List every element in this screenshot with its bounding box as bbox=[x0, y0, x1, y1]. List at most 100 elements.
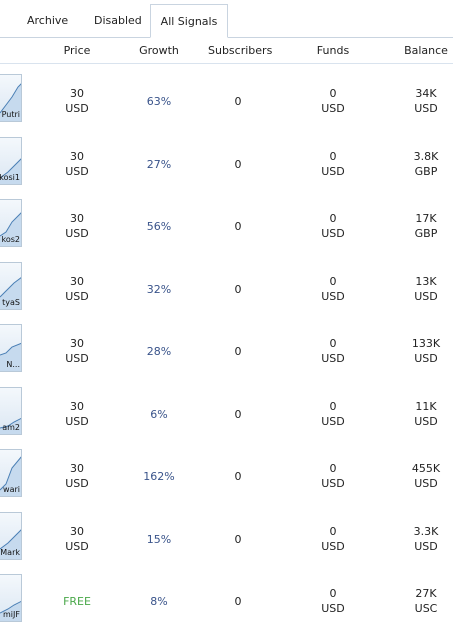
signal-name[interactable]: am2 bbox=[2, 423, 20, 432]
funds-value: 0 bbox=[329, 274, 337, 288]
funds-currency: USD bbox=[321, 289, 345, 303]
balance-cell: 27K USC bbox=[403, 586, 449, 616]
balance-value: 34K bbox=[415, 87, 437, 100]
balance-currency: USC bbox=[414, 602, 438, 615]
balance-cell: 3.3K USD bbox=[403, 524, 449, 554]
price-value: 30 bbox=[70, 337, 84, 350]
balance-currency: USD bbox=[414, 352, 438, 365]
table-row[interactable]: am2 30 USD 6% 0 0 USD 11K USD bbox=[0, 379, 453, 441]
funds-currency: USD bbox=[321, 227, 345, 240]
balance-currency: USD bbox=[414, 102, 438, 115]
signal-thumbnail[interactable]: am2 bbox=[0, 386, 22, 435]
signal-name[interactable]: tyaS bbox=[2, 298, 20, 307]
subscribers-value: 0 bbox=[234, 595, 242, 608]
funds-cell: 0 USD bbox=[320, 336, 346, 366]
table-row[interactable]: N... 30 USD 28% 0 0 USD 133K USD bbox=[0, 316, 453, 378]
growth-value: 27% bbox=[146, 157, 172, 171]
table-row[interactable]: Putri 30 USD 63% 0 0 USD 34K USD bbox=[0, 66, 453, 128]
funds-cell: 0 USD bbox=[320, 86, 346, 116]
signal-name[interactable]: miJF bbox=[3, 610, 20, 619]
table-row[interactable]: wari 30 USD 162% 0 0 USD 455K USD bbox=[0, 441, 453, 503]
price-cell: 30 USD bbox=[60, 461, 94, 491]
tab-bar: Archive Disabled All Signals bbox=[0, 0, 453, 38]
column-header-growth[interactable]: Growth bbox=[137, 44, 181, 57]
funds-cell: 0 USD bbox=[320, 274, 346, 304]
funds-value: 0 bbox=[329, 337, 337, 350]
subscribers-value: 0 bbox=[234, 345, 242, 358]
price-currency: USD bbox=[65, 102, 89, 115]
price-currency: USD bbox=[65, 477, 89, 490]
signal-thumbnail[interactable]: Mark bbox=[0, 511, 22, 560]
price-value: FREE bbox=[63, 595, 91, 608]
funds-cell: 0 USD bbox=[320, 461, 346, 491]
tab-all-signals[interactable]: All Signals bbox=[150, 4, 228, 38]
balance-cell: 17K GBP bbox=[403, 211, 449, 241]
column-header-price[interactable]: Price bbox=[63, 44, 91, 57]
balance-value: 455K bbox=[411, 462, 441, 475]
signal-thumbnail[interactable]: wari bbox=[0, 449, 22, 497]
signal-thumbnail[interactable]: N... bbox=[0, 324, 22, 372]
funds-currency: USD bbox=[321, 352, 345, 365]
balance-currency: GBP bbox=[414, 164, 438, 178]
funds-value: 0 bbox=[329, 399, 337, 413]
price-cell: 30 USD bbox=[60, 399, 94, 429]
price-currency: USD bbox=[65, 289, 89, 303]
price-currency: USD bbox=[65, 539, 89, 553]
balance-currency: USD bbox=[414, 289, 438, 303]
signal-name[interactable]: N... bbox=[6, 360, 20, 369]
growth-value: 63% bbox=[146, 95, 172, 108]
price-value: 30 bbox=[70, 524, 84, 538]
price-value: 30 bbox=[70, 274, 84, 288]
table-row[interactable]: tyaS 30 USD 32% 0 0 USD 13K USD bbox=[0, 254, 453, 316]
signal-name[interactable]: wari bbox=[3, 485, 20, 494]
balance-currency: USD bbox=[414, 539, 438, 553]
table-row[interactable]: kos2 30 USD 56% 0 0 USD 17K GBP bbox=[0, 191, 453, 253]
balance-value: 3.3K bbox=[413, 524, 439, 538]
funds-value: 0 bbox=[329, 212, 337, 225]
column-header-subscribers[interactable]: Subscribers bbox=[208, 44, 272, 57]
price-value: 30 bbox=[70, 462, 84, 475]
balance-value: 17K bbox=[415, 212, 437, 225]
table-row[interactable]: Mark 30 USD 15% 0 0 USD 3.3K USD bbox=[0, 504, 453, 566]
signal-name[interactable]: Putri bbox=[2, 110, 20, 119]
funds-value: 0 bbox=[329, 524, 337, 538]
growth-value: 28% bbox=[146, 345, 172, 358]
funds-currency: USD bbox=[321, 414, 345, 428]
price-currency: USD bbox=[65, 352, 89, 365]
subscribers-value: 0 bbox=[234, 220, 242, 233]
signal-thumbnail[interactable]: kos2 bbox=[0, 199, 22, 247]
funds-cell: 0 USD bbox=[320, 399, 346, 429]
price-cell: 30 USD bbox=[60, 336, 94, 366]
funds-value: 0 bbox=[329, 149, 337, 163]
growth-value: 15% bbox=[146, 532, 172, 546]
signal-thumbnail[interactable]: tyaS bbox=[0, 261, 22, 310]
balance-currency: USD bbox=[414, 414, 438, 428]
tab-archive[interactable]: Archive bbox=[27, 14, 68, 27]
balance-cell: 11K USD bbox=[403, 399, 449, 429]
balance-currency: USD bbox=[414, 477, 438, 490]
price-cell: 30 USD bbox=[60, 524, 94, 554]
funds-currency: USD bbox=[321, 602, 345, 615]
price-cell: 30 USD bbox=[60, 211, 94, 241]
funds-cell: 0 USD bbox=[320, 586, 346, 616]
signal-thumbnail[interactable]: miJF bbox=[0, 574, 22, 622]
price-currency: USD bbox=[65, 414, 89, 428]
funds-value: 0 bbox=[329, 87, 337, 100]
signal-thumbnail[interactable]: kosi1 bbox=[0, 136, 22, 185]
balance-value: 133K bbox=[411, 337, 441, 350]
tab-disabled[interactable]: Disabled bbox=[94, 14, 142, 27]
price-value: 30 bbox=[70, 399, 84, 413]
signal-name[interactable]: Mark bbox=[0, 548, 20, 557]
table-row[interactable]: kosi1 30 USD 27% 0 0 USD 3.8K GBP bbox=[0, 129, 453, 191]
column-header-funds[interactable]: Funds bbox=[316, 44, 350, 57]
table-row[interactable]: miJF FREE 8% 0 0 USD 27K USC bbox=[0, 566, 453, 628]
signal-thumbnail[interactable]: Putri bbox=[0, 74, 22, 122]
subscribers-value: 0 bbox=[234, 407, 242, 421]
table-header: Price Growth Subscribers Funds Balance bbox=[0, 44, 453, 64]
signal-name[interactable]: kosi1 bbox=[0, 173, 20, 182]
signal-name[interactable]: kos2 bbox=[2, 235, 21, 244]
growth-value: 8% bbox=[150, 595, 168, 608]
funds-cell: 0 USD bbox=[320, 149, 346, 179]
subscribers-value: 0 bbox=[234, 470, 242, 483]
column-header-balance[interactable]: Balance bbox=[403, 44, 449, 57]
